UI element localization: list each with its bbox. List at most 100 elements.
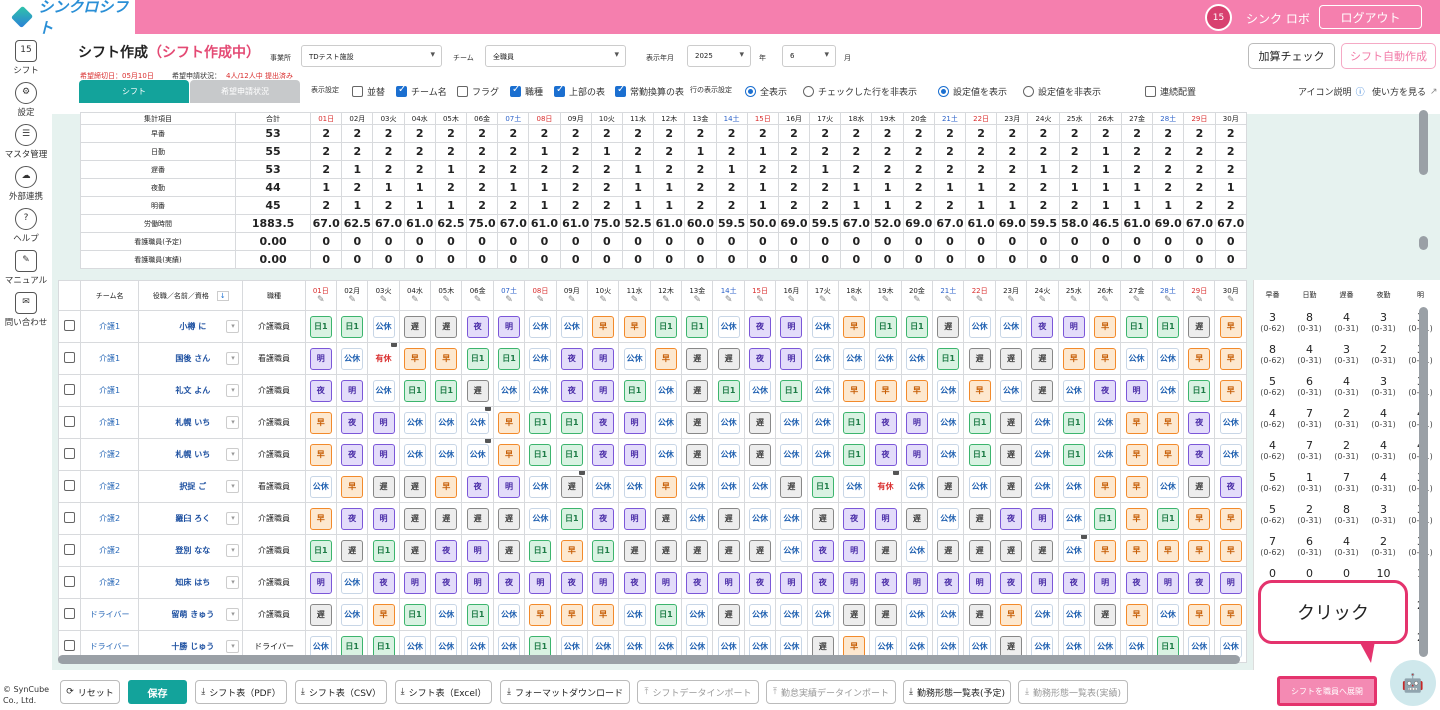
- shift-cell[interactable]: 明: [341, 379, 364, 402]
- shift-cell[interactable]: 明: [654, 571, 677, 594]
- day-header[interactable]: 21土 ✎: [932, 280, 965, 311]
- shift-cell[interactable]: 公休: [654, 443, 677, 466]
- shift-cell[interactable]: 公休: [372, 315, 395, 338]
- shift-cell[interactable]: 公休: [780, 443, 803, 466]
- shift-cell[interactable]: 早: [843, 315, 866, 338]
- shift-cell[interactable]: 日1: [403, 603, 426, 626]
- pencil-icon[interactable]: ✎: [557, 296, 586, 305]
- shift-cell[interactable]: 明: [592, 347, 615, 370]
- shift-cell[interactable]: 早: [843, 379, 866, 402]
- shift-cell[interactable]: 日1: [560, 411, 583, 434]
- shift-cell[interactable]: 遅: [466, 507, 489, 530]
- staff-name[interactable]: 札幌 いち ▾: [138, 438, 244, 471]
- shift-cell[interactable]: 公休: [780, 603, 803, 626]
- shift-cell[interactable]: 公休: [341, 347, 364, 370]
- row-checkbox[interactable]: [64, 384, 76, 395]
- shift-cell[interactable]: 公休: [435, 443, 458, 466]
- shift-cell[interactable]: 明: [592, 571, 615, 594]
- shift-cell[interactable]: 明: [905, 443, 928, 466]
- checkbox[interactable]: [554, 84, 565, 97]
- shift-cell[interactable]: 日1: [309, 539, 332, 562]
- pencil-icon[interactable]: ✎: [463, 296, 492, 305]
- shift-cell[interactable]: 明: [529, 571, 552, 594]
- shift-cell[interactable]: 早: [309, 443, 332, 466]
- shift-cell[interactable]: 公休: [717, 315, 740, 338]
- shift-cell[interactable]: 公休: [435, 411, 458, 434]
- pencil-icon[interactable]: ✎: [526, 296, 555, 305]
- excel-button[interactable]: ⤓ シフト表（Excel）: [395, 680, 492, 704]
- year-select[interactable]: 2025: [687, 45, 751, 67]
- day-header[interactable]: 19木 ✎: [869, 280, 902, 311]
- shift-cell[interactable]: 早: [1062, 347, 1085, 370]
- shift-cell[interactable]: 明: [1094, 571, 1117, 594]
- day-header[interactable]: 14土 ✎: [712, 280, 745, 311]
- shift-cell[interactable]: 夜: [341, 411, 364, 434]
- team-select[interactable]: 全職員: [485, 45, 626, 67]
- shift-cell[interactable]: 夜: [749, 347, 772, 370]
- shift-cell[interactable]: 遅: [1000, 411, 1023, 434]
- icon-help-link[interactable]: アイコン説明 ⓘ: [1298, 85, 1365, 98]
- plan-list-button[interactable]: ⤓ 勤務形態一覧表(予定): [903, 680, 1011, 704]
- chevron-down-icon[interactable]: ▾: [226, 480, 240, 493]
- shift-cell[interactable]: 公休: [749, 603, 772, 626]
- shift-cell[interactable]: 公休: [937, 507, 960, 530]
- shift-cell[interactable]: 公休: [780, 507, 803, 530]
- summary-scrollbar-thumb[interactable]: [1419, 236, 1428, 250]
- pencil-icon[interactable]: ✎: [745, 296, 774, 305]
- shift-cell[interactable]: 早: [498, 443, 521, 466]
- shift-cell[interactable]: 公休: [686, 475, 709, 498]
- shift-cell[interactable]: 明: [623, 443, 646, 466]
- day-header[interactable]: 23月 ✎: [994, 280, 1028, 311]
- shift-cell[interactable]: 公休: [843, 347, 866, 370]
- row-checkbox[interactable]: [64, 480, 76, 491]
- pencil-icon[interactable]: ✎: [1153, 296, 1182, 305]
- chevron-down-icon[interactable]: ▾: [226, 384, 240, 397]
- shift-cell[interactable]: 遅: [937, 475, 960, 498]
- shift-cell[interactable]: 公休: [1094, 443, 1117, 466]
- shift-cell[interactable]: 日1: [780, 379, 803, 402]
- radio-hide-checked[interactable]: チェックした行を非表示: [803, 85, 917, 98]
- chevron-down-icon[interactable]: ▾: [226, 320, 240, 333]
- staff-name[interactable]: 留萌 きゅう ▾: [138, 598, 244, 631]
- shift-cell[interactable]: 日1: [529, 411, 552, 434]
- staff-name[interactable]: 択捉 ご ▾: [138, 470, 244, 503]
- actual-list-button[interactable]: ⤓ 勤務形態一覧表(実績): [1018, 680, 1128, 704]
- shift-cell[interactable]: 遅: [749, 539, 772, 562]
- shift-cell[interactable]: 遅: [686, 379, 709, 402]
- shift-cell[interactable]: 公休: [529, 379, 552, 402]
- format-download-button[interactable]: ⤓ フォーマットダウンロード: [500, 680, 630, 704]
- option-upper[interactable]: 上部の表: [554, 84, 605, 98]
- pencil-icon[interactable]: ✎: [902, 296, 931, 305]
- shift-cell[interactable]: 公休: [623, 475, 646, 498]
- shift-cell[interactable]: 明: [968, 571, 991, 594]
- summary-scrollbar[interactable]: [1419, 110, 1428, 175]
- shift-cell[interactable]: 遅: [1000, 475, 1023, 498]
- shift-cell[interactable]: 夜: [466, 315, 489, 338]
- month-select[interactable]: 6: [782, 45, 836, 67]
- day-header[interactable]: 08日 ✎: [524, 280, 557, 311]
- shift-cell[interactable]: 公休: [309, 475, 332, 498]
- shift-cell[interactable]: 遅: [341, 539, 364, 562]
- shift-cell[interactable]: 公休: [1094, 411, 1117, 434]
- shift-cell[interactable]: 日1: [560, 507, 583, 530]
- pencil-icon[interactable]: ✎: [400, 296, 429, 305]
- shift-cell[interactable]: 遅: [309, 603, 332, 626]
- shift-cell[interactable]: 日1: [937, 347, 960, 370]
- shift-cell[interactable]: 日1: [435, 379, 458, 402]
- row-checkbox[interactable]: [64, 320, 76, 331]
- checkbox[interactable]: [615, 84, 626, 97]
- shift-cell[interactable]: 日1: [498, 347, 521, 370]
- shift-cell[interactable]: 早: [623, 315, 646, 338]
- shift-cell[interactable]: 遅: [968, 507, 991, 530]
- day-header[interactable]: 03火 ✎: [367, 280, 400, 311]
- pencil-icon[interactable]: ✎: [337, 296, 366, 305]
- shift-cell[interactable]: 夜: [1062, 571, 1085, 594]
- shift-cell[interactable]: 明: [372, 411, 395, 434]
- shift-cell[interactable]: 日1: [874, 315, 897, 338]
- shift-cell[interactable]: 公休: [749, 475, 772, 498]
- shift-cell[interactable]: 明: [498, 315, 521, 338]
- shift-cell[interactable]: 早: [403, 347, 426, 370]
- shift-cell[interactable]: 明: [498, 475, 521, 498]
- shift-cell[interactable]: 明: [780, 347, 803, 370]
- shift-cell[interactable]: 日1: [560, 443, 583, 466]
